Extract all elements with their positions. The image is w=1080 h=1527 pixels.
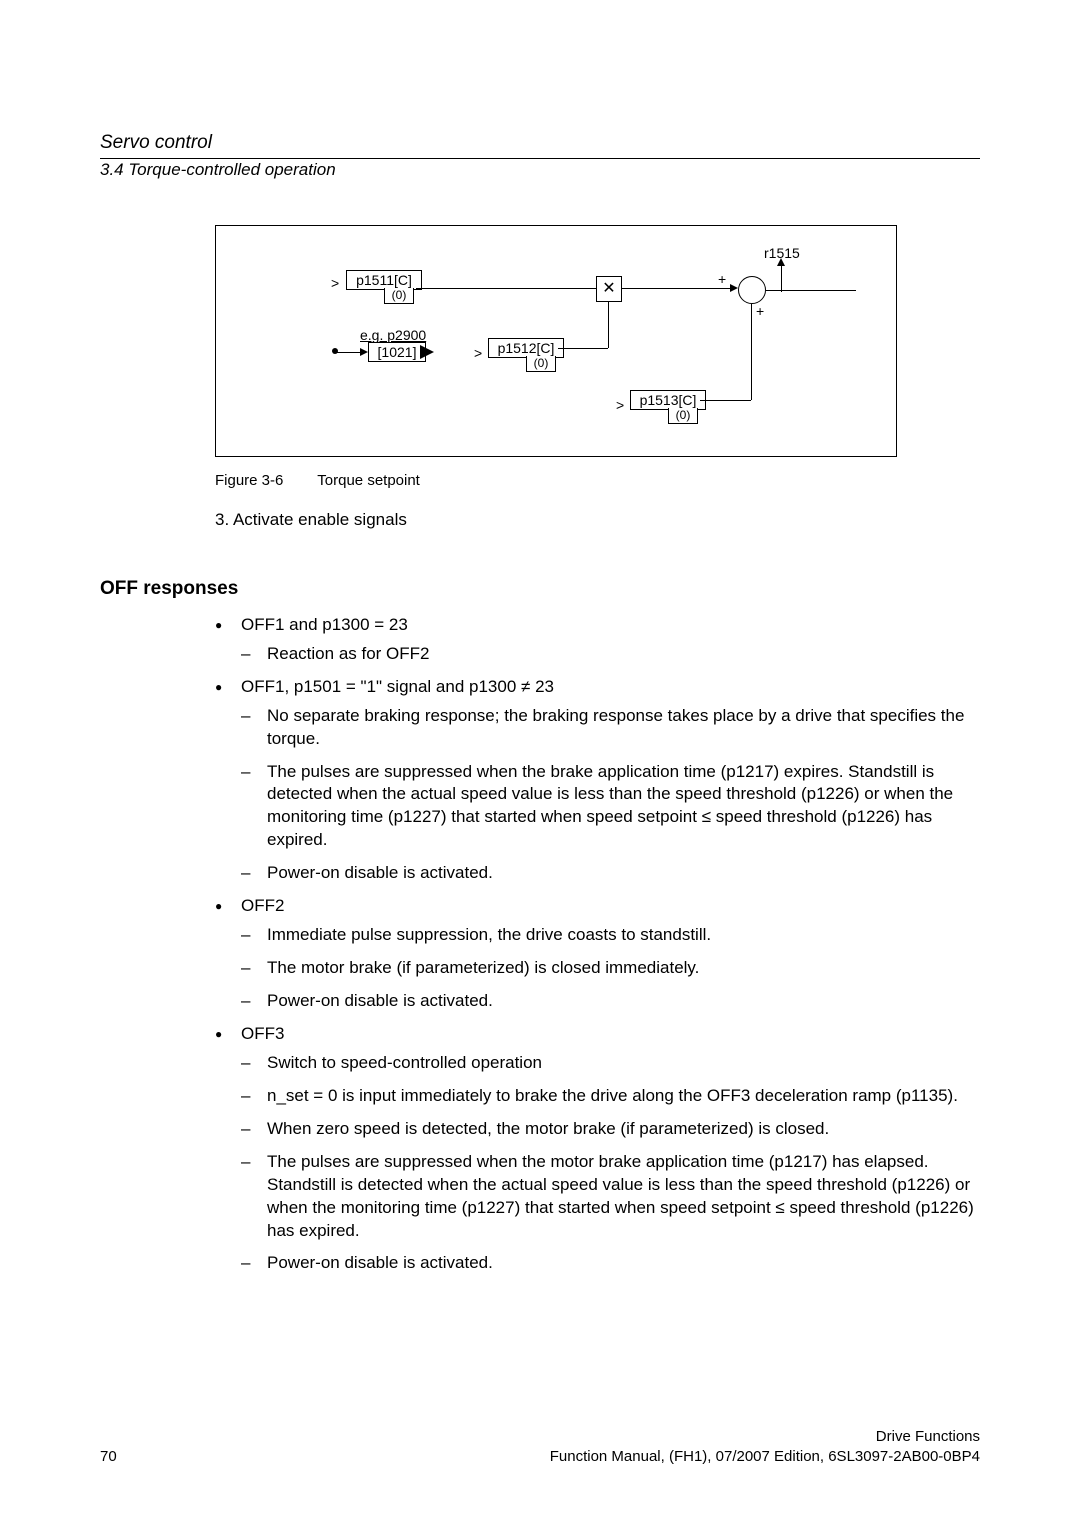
footer-line1: Drive Functions <box>550 1427 980 1447</box>
sublist: No separate braking response; the brakin… <box>241 705 980 886</box>
list-item: Reaction as for OFF2 <box>241 643 980 666</box>
diagram-block-p1511-default: (0) <box>384 288 414 304</box>
plus-icon: + <box>756 302 764 321</box>
list-item: OFF2 Immediate pulse suppression, the dr… <box>215 895 980 1013</box>
footer-line2: Function Manual, (FH1), 07/2007 Edition,… <box>550 1447 980 1467</box>
diagram-block-p2900-ref: [1021] <box>368 342 426 362</box>
header-subtitle: 3.4 Torque-controlled operation <box>100 159 980 182</box>
list-item: When zero speed is detected, the motor b… <box>241 1118 980 1141</box>
arrow-right-icon <box>730 284 738 292</box>
content: r1515 > p1511[C] (0) ✕ + e.g. p2900 [102… <box>100 225 980 1285</box>
page: Servo control 3.4 Torque-controlled oper… <box>0 0 1080 1527</box>
off-responses-list: OFF1 and p1300 = 23 Reaction as for OFF2… <box>215 614 980 1276</box>
sublist: Immediate pulse suppression, the drive c… <box>241 924 980 1013</box>
list-item: Power-on disable is activated. <box>241 990 980 1013</box>
diagram-line <box>781 264 782 292</box>
page-number: 70 <box>100 1447 117 1467</box>
list-item: Immediate pulse suppression, the drive c… <box>241 924 980 947</box>
header-title: Servo control <box>100 130 980 156</box>
list-item: Power-on disable is activated. <box>241 1252 980 1275</box>
section-heading-off-responses: OFF responses <box>100 576 980 602</box>
triangle-right-icon <box>420 345 434 359</box>
list-item: The pulses are suppressed when the motor… <box>241 1151 980 1243</box>
connector-icon: > <box>616 396 624 415</box>
diagram-block-p1512-default: (0) <box>526 356 556 372</box>
item-title: OFF2 <box>241 896 284 915</box>
item-title: OFF1 and p1300 = 23 <box>241 615 408 634</box>
list-item: Power-on disable is activated. <box>241 862 980 885</box>
multiply-icon: ✕ <box>596 276 622 302</box>
diagram-line <box>622 288 732 289</box>
diagram-block-p1512: p1512[C] <box>488 338 564 358</box>
diagram-block-p1513: p1513[C] <box>630 390 706 410</box>
list-item: OFF1 and p1300 = 23 Reaction as for OFF2 <box>215 614 980 666</box>
sublist: Reaction as for OFF2 <box>241 643 980 666</box>
item-title: OFF3 <box>241 1024 284 1043</box>
list-item: No separate braking response; the brakin… <box>241 705 980 751</box>
diagram-line <box>558 348 608 349</box>
sum-icon <box>738 276 766 304</box>
diagram-line <box>751 304 752 400</box>
item-title: OFF1, p1501 = "1" signal and p1300 ≠ 23 <box>241 677 554 696</box>
figure-label: Figure 3-6 <box>215 472 283 489</box>
diagram-line <box>416 288 596 289</box>
diagram-line <box>700 400 751 401</box>
connector-icon: > <box>474 344 482 363</box>
list-item: OFF1, p1501 = "1" signal and p1300 ≠ 23 … <box>215 676 980 886</box>
diagram-dot <box>332 348 338 354</box>
diagram-block-p1513-default: (0) <box>668 408 698 424</box>
list-item: OFF3 Switch to speed-controlled operatio… <box>215 1023 980 1275</box>
figure-torque-setpoint: r1515 > p1511[C] (0) ✕ + e.g. p2900 [102… <box>215 225 897 457</box>
list-item: The pulses are suppressed when the brake… <box>241 761 980 853</box>
footer-right: Drive Functions Function Manual, (FH1), … <box>550 1427 980 1468</box>
figure-caption-text: Torque setpoint <box>317 472 420 489</box>
step-3: 3. Activate enable signals <box>215 509 980 532</box>
connector-icon: > <box>331 274 339 293</box>
sublist: Switch to speed-controlled operation n_s… <box>241 1052 980 1276</box>
list-item: Switch to speed-controlled operation <box>241 1052 980 1075</box>
diagram-block-p1511: p1511[C] <box>346 270 422 290</box>
diagram-line <box>608 302 609 348</box>
diagram-line <box>766 290 856 291</box>
list-item: n_set = 0 is input immediately to brake … <box>241 1085 980 1108</box>
arrow-right-icon <box>360 348 368 356</box>
page-header: Servo control 3.4 Torque-controlled oper… <box>100 130 980 184</box>
plus-icon: + <box>718 270 726 289</box>
list-item: The motor brake (if parameterized) is cl… <box>241 957 980 980</box>
arrow-up-icon <box>777 258 785 266</box>
figure-caption: Figure 3-6 Torque setpoint <box>215 471 980 491</box>
